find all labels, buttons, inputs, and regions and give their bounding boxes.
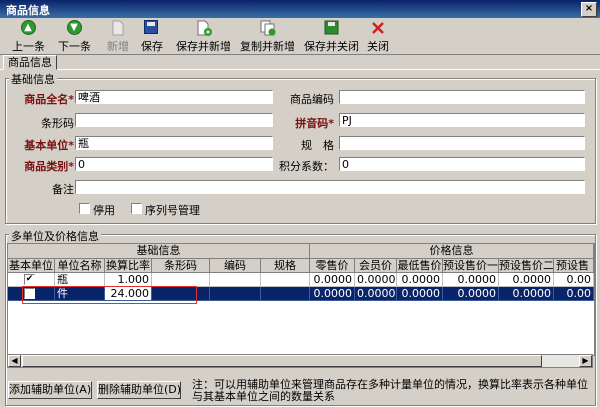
base-unit-input[interactable]: 瓶 bbox=[75, 136, 273, 150]
new-label: 新增 bbox=[107, 40, 129, 53]
preset-3-cell[interactable]: 0.00 bbox=[554, 287, 594, 301]
next-icon: ▼ bbox=[66, 20, 83, 36]
code-cell[interactable] bbox=[210, 287, 261, 301]
unit-name-cell[interactable]: 瓶 bbox=[55, 273, 105, 287]
col-code[interactable]: 编码 bbox=[210, 259, 261, 273]
highlight-box bbox=[22, 286, 197, 304]
full-name-input[interactable]: 啤酒 bbox=[75, 90, 273, 104]
full-name-label: 商品全名* bbox=[24, 93, 74, 106]
barcode-cell[interactable] bbox=[152, 273, 210, 287]
retail-cell[interactable]: 0.0000 bbox=[310, 273, 355, 287]
new-button[interactable]: 新增 bbox=[107, 20, 129, 54]
col-retail[interactable]: 零售价 bbox=[310, 259, 355, 273]
ratio-cell[interactable]: 1.000 bbox=[105, 273, 152, 287]
save-label: 保存 bbox=[141, 40, 163, 53]
category-label: 商品类别* bbox=[24, 160, 74, 173]
col-member[interactable]: 会员价 bbox=[355, 259, 397, 273]
col-min-price[interactable]: 最低售价 bbox=[397, 259, 443, 273]
points-input[interactable]: 0 bbox=[339, 157, 585, 171]
remark-label: 备注 bbox=[52, 183, 74, 196]
horizontal-scrollbar[interactable]: ◀ ▶ bbox=[7, 354, 593, 368]
preset-3-cell[interactable]: 0.00 bbox=[554, 273, 594, 287]
pinyin-input[interactable]: PJ bbox=[339, 113, 585, 127]
spec-cell[interactable] bbox=[261, 273, 310, 287]
save-close-label: 保存并关闭 bbox=[304, 40, 359, 53]
col-unit-name[interactable]: 单位名称 bbox=[55, 259, 105, 273]
preset-2-cell[interactable]: 0.0000 bbox=[499, 273, 554, 287]
col-preset-1[interactable]: 预设售价一 bbox=[443, 259, 499, 273]
save-new-button[interactable]: 保存并新增 bbox=[176, 20, 231, 54]
units-note: 注：可以用辅助单位来管理商品存在多种计量单位的情况，换算比率表示各种单位与其基本… bbox=[192, 378, 588, 403]
save-close-button[interactable]: 保存并关闭 bbox=[304, 20, 359, 54]
save-new-label: 保存并新增 bbox=[176, 40, 231, 53]
prev-label: 上一条 bbox=[12, 40, 45, 53]
member-cell[interactable]: 0.0000 bbox=[355, 273, 397, 287]
barcode-input[interactable] bbox=[75, 113, 273, 127]
code-cell[interactable] bbox=[210, 273, 261, 287]
copy-new-button[interactable]: 复制并新增 bbox=[240, 20, 295, 54]
col-spec[interactable]: 规格 bbox=[261, 259, 310, 273]
preset-1-cell[interactable]: 0.0000 bbox=[443, 287, 499, 301]
close-icon bbox=[370, 20, 386, 36]
barcode-label: 条形码 bbox=[41, 117, 74, 130]
units-grid: 基础信息 价格信息 基本单位 单位名称 换算比率 条形码 编码 规格 零售价 会… bbox=[7, 243, 595, 356]
next-button[interactable]: ▼ 下一条 bbox=[58, 20, 91, 54]
col-preset-2[interactable]: 预设售价二 bbox=[499, 259, 554, 273]
spec-input[interactable] bbox=[339, 136, 585, 150]
min-price-cell[interactable]: 0.0000 bbox=[397, 287, 443, 301]
disabled-label: 停用 bbox=[93, 204, 115, 217]
header-basic-info: 基础信息 bbox=[8, 244, 310, 259]
save-button[interactable]: 保存 bbox=[141, 20, 163, 54]
serial-label: 序列号管理 bbox=[145, 204, 200, 217]
points-label: 积分系数： bbox=[279, 160, 334, 173]
scroll-left-icon[interactable]: ◀ bbox=[8, 355, 21, 367]
code-label: 商品编码 bbox=[290, 93, 334, 106]
preset-1-cell[interactable]: 0.0000 bbox=[443, 273, 499, 287]
close-label: 关闭 bbox=[367, 40, 389, 53]
save-close-icon bbox=[324, 20, 340, 36]
copy-new-label: 复制并新增 bbox=[240, 40, 295, 53]
scroll-thumb[interactable] bbox=[22, 355, 542, 367]
title-bar: 商品信息 × bbox=[0, 0, 600, 18]
window-title: 商品信息 bbox=[6, 4, 50, 17]
next-label: 下一条 bbox=[58, 40, 91, 53]
tab-product-info[interactable]: 商品信息 bbox=[3, 55, 57, 70]
copy-new-icon bbox=[260, 20, 276, 36]
base-unit-cell[interactable]: ✔ bbox=[8, 273, 55, 287]
prev-button[interactable]: ▲ 上一条 bbox=[12, 20, 45, 54]
col-barcode[interactable]: 条形码 bbox=[152, 259, 210, 273]
serial-checkbox[interactable] bbox=[131, 203, 142, 214]
close-button[interactable]: 关闭 bbox=[367, 20, 389, 54]
header-price-info: 价格信息 bbox=[310, 244, 594, 259]
base-unit-checkbox[interactable]: ✔ bbox=[24, 274, 35, 285]
member-cell[interactable]: 0.0000 bbox=[355, 287, 397, 301]
save-new-icon bbox=[196, 20, 212, 36]
disabled-checkbox[interactable] bbox=[79, 203, 90, 214]
add-aux-unit-button[interactable]: 添加辅助单位(A) bbox=[8, 381, 92, 399]
col-preset-3[interactable]: 预设售 bbox=[554, 259, 594, 273]
delete-aux-unit-button[interactable]: 删除辅助单位(D) bbox=[97, 381, 181, 399]
window-close-button[interactable]: × bbox=[581, 2, 597, 17]
preset-2-cell[interactable]: 0.0000 bbox=[499, 287, 554, 301]
prev-icon: ▲ bbox=[20, 20, 37, 36]
spec-label: 规 格 bbox=[301, 139, 334, 152]
pinyin-label: 拼音码* bbox=[295, 117, 334, 130]
toolbar: ▲ 上一条 ▼ 下一条 新增 保存 保存并新增 复制并新增 保存并关闭 关闭 bbox=[0, 18, 600, 55]
remark-input[interactable] bbox=[75, 180, 585, 194]
base-unit-label: 基本单位* bbox=[24, 139, 74, 152]
retail-cell[interactable]: 0.0000 bbox=[310, 287, 355, 301]
new-icon bbox=[110, 20, 126, 36]
save-icon bbox=[144, 20, 160, 36]
tab-strip: 商品信息 bbox=[0, 55, 600, 70]
units-title: 多单位及价格信息 bbox=[9, 228, 101, 244]
scroll-right-icon[interactable]: ▶ bbox=[579, 355, 592, 367]
min-price-cell[interactable]: 0.0000 bbox=[397, 273, 443, 287]
col-base-unit[interactable]: 基本单位 bbox=[8, 259, 55, 273]
category-input[interactable]: 0 bbox=[75, 157, 273, 171]
code-input[interactable] bbox=[339, 90, 585, 104]
col-ratio[interactable]: 换算比率 bbox=[105, 259, 152, 273]
basic-info-title: 基础信息 bbox=[9, 71, 57, 87]
spec-cell[interactable] bbox=[261, 287, 310, 301]
